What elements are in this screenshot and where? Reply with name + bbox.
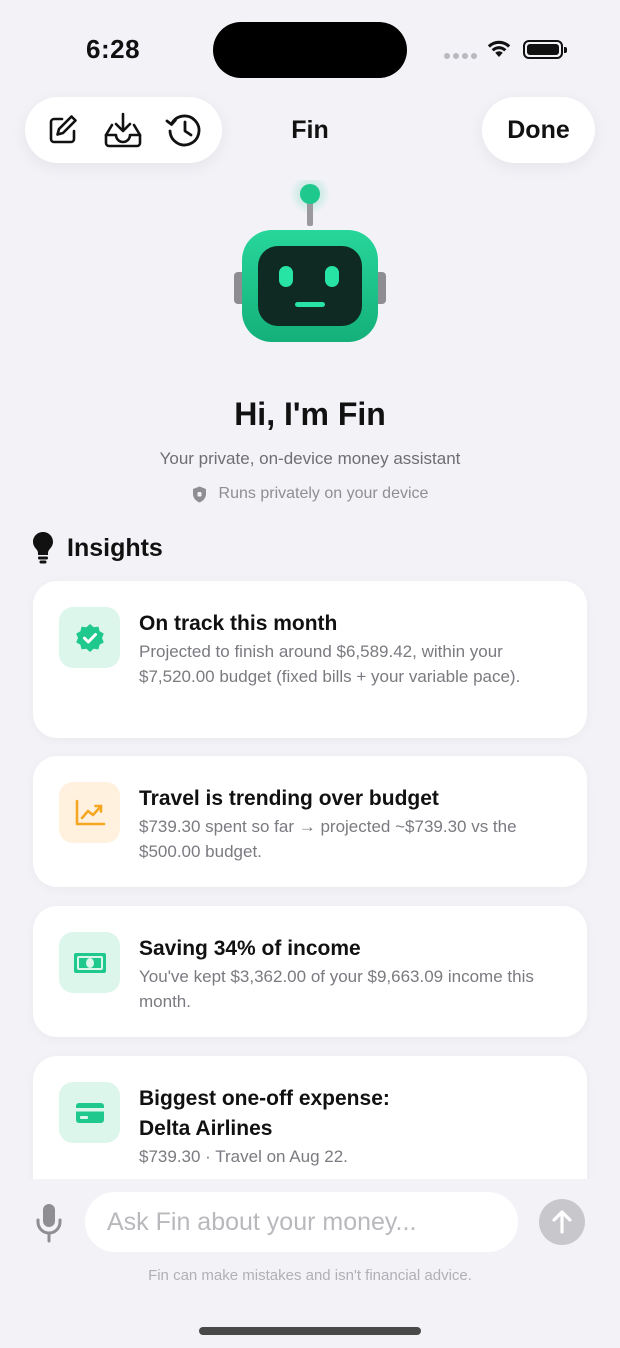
shield-icon [192,486,206,502]
done-button[interactable]: Done [482,97,595,163]
compose-icon [49,115,77,144]
assistant-subtitle: Your private, on-device money assistant [159,449,461,468]
credit-card-icon [75,1102,104,1123]
disclaimer-text: Fin can make mistakes and isn't financia… [148,1267,472,1284]
insight-title: Saving 34% of income [139,937,361,960]
insight-body: Projected to finish around $6,589.42, wi… [139,642,521,686]
trending-up-icon [75,799,105,825]
insights-header: Insights [33,532,163,564]
status-bar: 6:28 [0,0,620,100]
insight-icon-box [59,782,120,843]
fin-robot-avatar [234,180,386,342]
toolbar-actions [25,97,222,163]
wifi-icon [487,40,511,57]
privacy-note: Runs privately on your device [0,485,620,503]
insights-title: Insights [67,533,163,562]
tray-download-icon [105,112,142,148]
insight-card-savings-rate[interactable]: Saving 34% of income You've kept $3,362.… [33,906,587,1037]
battery-icon [523,40,567,59]
dynamic-island [213,22,407,78]
insight-icon-box [59,607,120,668]
home-indicator[interactable] [199,1327,421,1335]
status-time: 6:28 [86,34,141,64]
banknote-icon [73,952,106,973]
cellular-signal-icon [444,53,477,59]
insight-icon-box [59,1082,120,1143]
insight-icon-box [59,932,120,993]
insight-title: Biggest one-off expense: Delta Airlines [139,1087,390,1140]
new-chat-button[interactable] [39,106,87,154]
insight-card-travel-over-budget[interactable]: Travel is trending over budget $739.30 s… [33,756,587,887]
verified-badge-icon [75,623,104,652]
insight-card-on-track[interactable]: On track this month Projected to finish … [33,581,587,738]
ask-fin-input[interactable] [85,1192,518,1252]
history-button[interactable] [160,106,208,154]
insight-body: $739.30 spent so far → projected ~$739.3… [139,817,517,861]
insight-title: On track this month [139,612,338,635]
send-button[interactable] [539,1199,585,1245]
insight-title: Travel is trending over budget [139,787,439,810]
lightbulb-icon [33,532,53,564]
greeting-heading: Hi, I'm Fin [234,396,386,432]
history-icon [165,114,201,147]
arrow-up-icon [552,1210,572,1234]
insight-body: You've kept $3,362.00 of your $9,663.09 … [139,967,534,1011]
insight-body: $739.30 · Travel on Aug 22. [139,1147,348,1166]
privacy-note-label: Runs privately on your device [218,485,429,502]
inbox-download-button[interactable] [99,106,147,154]
microphone-icon[interactable] [34,1202,64,1244]
